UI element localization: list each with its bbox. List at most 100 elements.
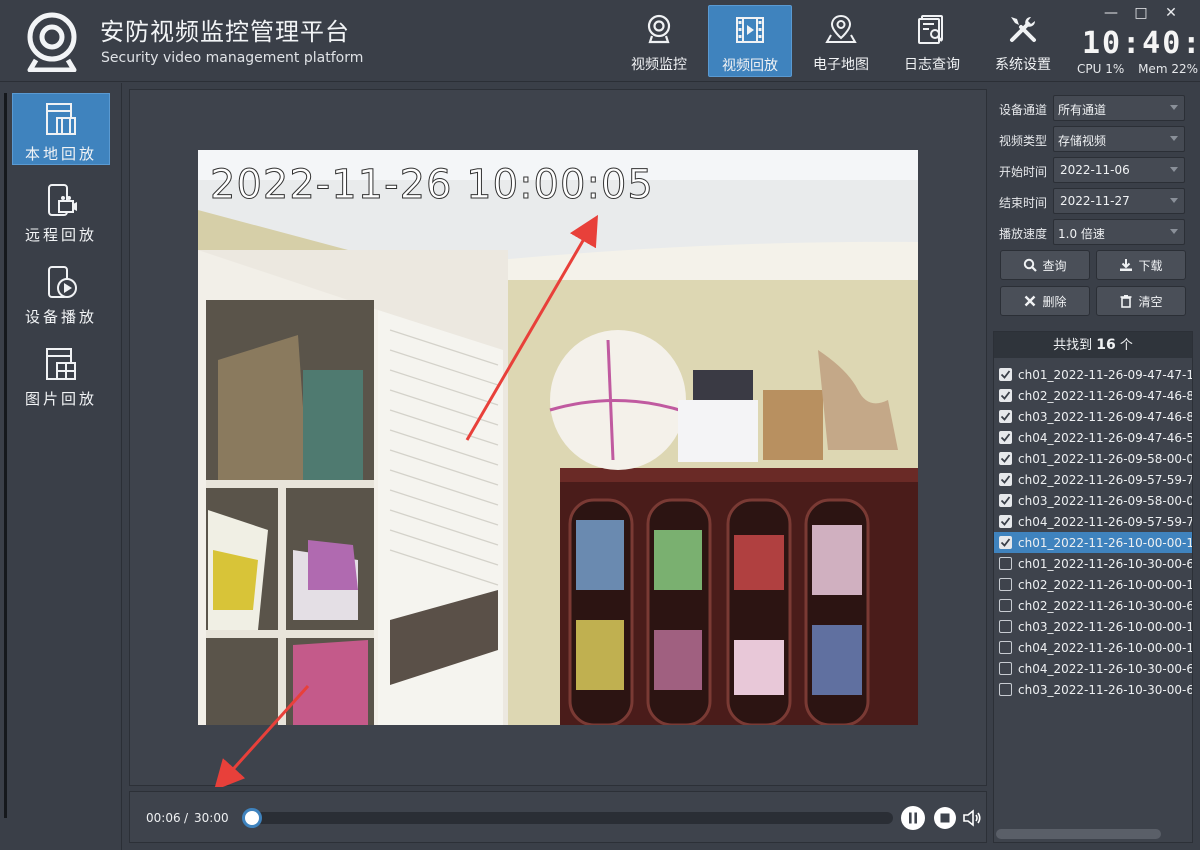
file-name: ch02_2022-11-26-10-00-00-11 — [1018, 577, 1192, 592]
nav-video-playback[interactable]: 视频回放 — [708, 5, 792, 77]
nav-log-query[interactable]: 日志查询 — [890, 5, 974, 77]
file-list-item[interactable]: ch02_2022-11-26-10-30-00-61 — [994, 595, 1192, 616]
nav-video-monitor[interactable]: 视频监控 — [617, 5, 701, 77]
start-date-picker[interactable]: 2022-11-06 — [1053, 157, 1185, 183]
film-icon — [736, 17, 764, 43]
minimize-button[interactable]: — — [1096, 4, 1126, 22]
trash-icon — [1120, 295, 1132, 308]
file-checkbox[interactable] — [999, 641, 1012, 654]
file-list-item[interactable]: ch04_2022-11-26-10-30-00-63 — [994, 658, 1192, 679]
clock-display: 10:40:18 — [1082, 26, 1200, 61]
sidebar-item-label: 设备播放 — [24, 308, 97, 326]
file-list-item[interactable]: ch04_2022-11-26-09-57-59-79 — [994, 511, 1192, 532]
webcam-icon — [647, 14, 671, 44]
file-checkbox[interactable] — [999, 389, 1012, 402]
map-pin-icon — [825, 14, 857, 43]
sidebar-item-image-playback[interactable]: 图片回放 — [12, 339, 110, 411]
file-checkbox[interactable] — [999, 368, 1012, 381]
sidebar-item-label: 远程回放 — [24, 226, 97, 244]
file-list-item[interactable]: ch01_2022-11-26-09-58-00-01 — [994, 448, 1192, 469]
progress-handle[interactable] — [241, 808, 262, 828]
nav-e-map[interactable]: 电子地图 — [799, 5, 883, 77]
nav-label: 电子地图 — [813, 57, 869, 73]
file-list-item[interactable]: ch04_2022-11-26-09-47-46-57 — [994, 427, 1192, 448]
channel-value: 所有通道 — [1058, 103, 1107, 117]
stop-button[interactable] — [933, 806, 957, 830]
file-checkbox[interactable] — [999, 452, 1012, 465]
checkmark-icon — [1000, 391, 1011, 400]
app-header: 安防视频监控管理平台 Security video management pla… — [0, 0, 1200, 82]
file-checkbox[interactable] — [999, 473, 1012, 486]
query-button[interactable]: 查询 — [1000, 250, 1090, 280]
results-suffix: 个 — [1119, 338, 1133, 353]
annotation-arrow-to-time-display — [213, 684, 310, 787]
recording-file-list[interactable]: ch01_2022-11-26-09-47-47-196 ch02_2022-11… — [994, 364, 1192, 824]
video-type-row: 视频类型 存储视频 — [993, 126, 1193, 152]
end-date-picker[interactable]: 2022-11-27 — [1053, 188, 1185, 214]
channel-row: 设备通道 所有通道 — [993, 95, 1193, 121]
memory-usage: Mem 22% — [1138, 62, 1198, 76]
progress-slider[interactable] — [241, 808, 893, 828]
volume-button[interactable] — [962, 808, 982, 828]
checkmark-icon — [1000, 454, 1011, 463]
file-checkbox[interactable] — [999, 515, 1012, 528]
file-checkbox[interactable] — [999, 410, 1012, 423]
system-status: CPU 1% Mem 22% — [1077, 62, 1198, 76]
download-button[interactable]: 下载 — [1096, 250, 1186, 280]
window-controls: — □ ✕ — [1096, 4, 1186, 22]
file-list-item[interactable]: ch03_2022-11-26-10-30-00-62 — [994, 679, 1192, 700]
file-list-item[interactable]: ch01_2022-11-26-10-30-00-61 — [994, 553, 1192, 574]
video-display-panel[interactable]: 2022-11-26 10:00:05 — [129, 89, 987, 787]
file-list-item[interactable]: ch01_2022-11-26-10-00-00-11 — [994, 532, 1192, 553]
clear-button[interactable]: 清空 — [1096, 286, 1186, 316]
file-list-item[interactable]: ch03_2022-11-26-09-58-00-00 — [994, 490, 1192, 511]
total-time: 30:00 — [194, 811, 229, 825]
results-prefix: 共找到 — [1053, 338, 1093, 353]
file-list-item[interactable]: ch01_2022-11-26-09-47-47-196 — [994, 364, 1192, 385]
video-type-select[interactable]: 存储视频 — [1053, 126, 1185, 152]
file-checkbox[interactable] — [999, 620, 1012, 633]
sidebar-item-device-play[interactable]: 设备播放 — [12, 257, 110, 329]
speed-select[interactable]: 1.0 倍速 — [1053, 219, 1185, 245]
delete-button[interactable]: 删除 — [1000, 286, 1090, 316]
file-checkbox[interactable] — [999, 662, 1012, 675]
pause-button[interactable] — [900, 805, 926, 831]
checkmark-icon — [1000, 433, 1011, 442]
file-name: ch03_2022-11-26-10-30-00-62 — [1018, 682, 1192, 697]
file-checkbox[interactable] — [999, 683, 1012, 696]
nav-label: 系统设置 — [995, 57, 1051, 73]
file-list-item[interactable]: ch02_2022-11-26-10-00-00-11 — [994, 574, 1192, 595]
sidebar-item-remote-playback[interactable]: 远程回放 — [12, 175, 110, 247]
file-checkbox[interactable] — [999, 431, 1012, 444]
maximize-button[interactable]: □ — [1126, 4, 1156, 22]
horizontal-scrollbar[interactable] — [996, 829, 1161, 839]
time-separator: / — [184, 811, 189, 825]
checkmark-icon — [1000, 475, 1011, 484]
file-list-item[interactable]: ch03_2022-11-26-10-00-00-13 — [994, 616, 1192, 637]
sidebar-divider — [4, 93, 7, 818]
tools-icon — [1010, 17, 1036, 42]
file-checkbox[interactable] — [999, 494, 1012, 507]
remote-playback-icon — [48, 184, 77, 216]
sidebar-item-label: 本地回放 — [24, 145, 97, 163]
file-list-item[interactable]: ch02_2022-11-26-09-57-59-74 — [994, 469, 1192, 490]
chevron-down-icon — [1170, 167, 1178, 172]
file-checkbox[interactable] — [999, 557, 1012, 570]
main-nav: 视频监控 视频回放 电子地图 日志查询 系统设置 — [617, 5, 1072, 77]
channel-select[interactable]: 所有通道 — [1053, 95, 1185, 121]
close-button[interactable]: ✕ — [1156, 4, 1186, 22]
sidebar-item-local-playback[interactable]: 本地回放 — [12, 93, 110, 165]
close-icon — [1025, 295, 1036, 307]
file-name: ch02_2022-11-26-09-47-46-87 — [1018, 388, 1192, 403]
file-checkbox[interactable] — [999, 578, 1012, 591]
nav-system-settings[interactable]: 系统设置 — [981, 5, 1065, 77]
file-name: ch03_2022-11-26-09-58-00-00 — [1018, 493, 1192, 508]
file-checkbox[interactable] — [999, 599, 1012, 612]
file-checkbox[interactable] — [999, 536, 1012, 549]
start-time-row: 开始时间 2022-11-06 — [993, 157, 1193, 183]
file-list-item[interactable]: ch04_2022-11-26-10-00-00-14 — [994, 637, 1192, 658]
video-type-label: 视频类型 — [999, 134, 1048, 148]
nav-label: 视频监控 — [631, 57, 687, 73]
file-list-item[interactable]: ch03_2022-11-26-09-47-46-80 — [994, 406, 1192, 427]
file-list-item[interactable]: ch02_2022-11-26-09-47-46-87 — [994, 385, 1192, 406]
